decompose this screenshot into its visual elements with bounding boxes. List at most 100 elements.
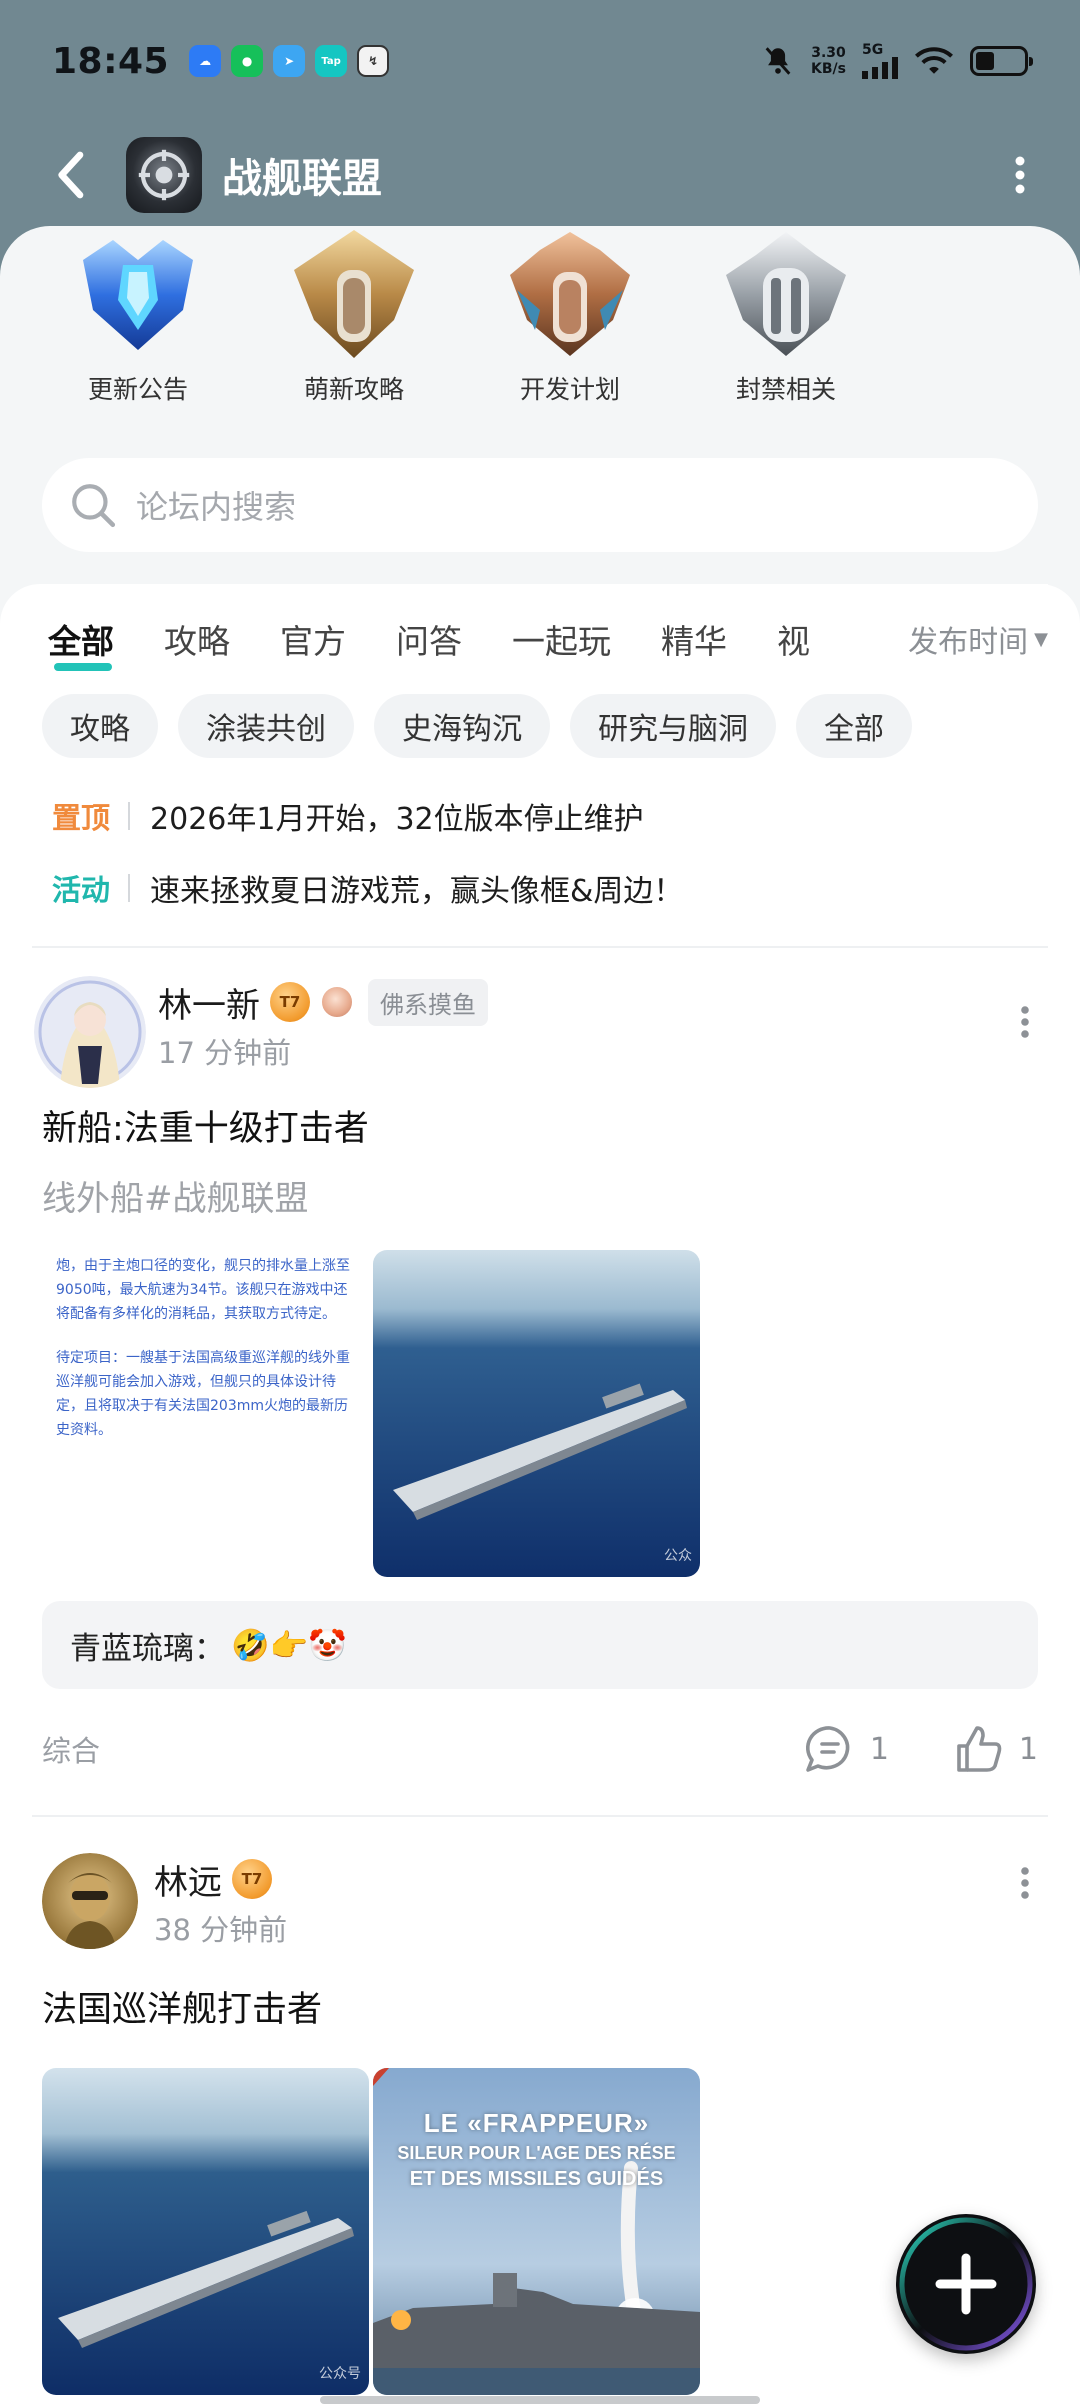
post-image-ship[interactable]: 公众号	[42, 2068, 369, 2395]
post-images: 炮，由于主炮口径的变化，舰只的排水量上涨至9050吨，最大航速为34节。该舰只在…	[42, 1250, 1038, 1577]
caret-down-icon: ▼	[1034, 628, 1048, 650]
post-more-button[interactable]	[1010, 992, 1040, 1052]
like-button[interactable]: 1	[953, 1724, 1038, 1774]
mute-bell-icon	[765, 47, 791, 75]
tab-video[interactable]: 视	[777, 615, 810, 663]
search-icon	[72, 484, 116, 528]
image-watermark: 公众号	[319, 2366, 361, 2382]
silver-badge-icon	[726, 232, 846, 356]
net-speed-unit: KB/s	[811, 61, 846, 77]
author-name[interactable]: 林远	[154, 1855, 222, 1904]
shortcut-label: 开发计划	[519, 375, 620, 404]
shortcut-label: 更新公告	[87, 375, 188, 404]
author-line: 林远 T7	[154, 1853, 287, 1905]
author-meta: 林远 T7 38 分钟前	[154, 1853, 287, 1949]
tab-featured[interactable]: 精华	[661, 615, 727, 663]
thumbs-up-icon	[957, 1726, 1002, 1772]
forum-title: 战舰联盟	[222, 156, 382, 202]
sync-app-icon: ↯	[357, 45, 390, 77]
plus-icon	[899, 2217, 1033, 2351]
level-badge: T7	[270, 982, 310, 1022]
net-speed: 3.30 KB/s	[811, 45, 846, 77]
tab-label: 官方	[280, 622, 346, 661]
chip-research[interactable]: 研究与脑洞	[570, 694, 776, 758]
post-category: 综合	[42, 1734, 101, 1768]
image-text-para: 待定项目：一艘基于法国高级重巡洋舰的线外重巡洋舰可能会加入游戏，但舰只的具体设计…	[56, 1350, 350, 1438]
post-time: 17 分钟前	[158, 1036, 292, 1070]
more-options-button[interactable]	[1000, 135, 1040, 215]
level-value: 7	[289, 993, 301, 1011]
image-text-para: 炮，由于主炮口径的变化，舰只的排水量上涨至9050吨，最大航速为34节。该舰只在…	[56, 1258, 350, 1322]
tab-official[interactable]: 官方	[280, 615, 346, 663]
image-caption-line: LE «FRAPPEUR»	[423, 2108, 650, 2138]
top-comment[interactable]: 青蓝琉璃： 🤣👉🤡	[42, 1601, 1038, 1689]
more-vertical-icon	[1021, 1006, 1029, 1038]
telegram-icon: ➤	[273, 45, 306, 77]
wechat-icon: ●	[231, 45, 264, 77]
tab-label: 全部	[48, 622, 114, 661]
chip-label: 研究与脑洞	[598, 712, 748, 747]
forum-sheet: 更新公告 萌新攻略 开发计划 封禁相关 论坛内搜索 全部 攻略 官方 问答 一起…	[0, 226, 1080, 2408]
image-caption-line: SILEUR POUR L'AGE DES RÉSE	[397, 2143, 676, 2163]
status-bar: 18:45 ☁ ● ➤ Tap ↯ 3.30 KB/s 5G	[0, 0, 1080, 122]
shortcut-update-notice[interactable]: 更新公告	[30, 226, 246, 422]
event-post[interactable]: 活动 速来拯救夏日游戏荒，赢头像框&周边！	[0, 852, 1080, 924]
back-button[interactable]	[30, 135, 110, 215]
chip-label: 史海钩沉	[402, 712, 522, 747]
post-image-ship[interactable]: 公众	[373, 1250, 700, 1577]
post-image-missile[interactable]: LE «FRAPPEUR» SILEUR POUR L'AGE DES RÉSE…	[373, 2068, 700, 2395]
network-type: 5G	[862, 42, 884, 58]
like-count: 1	[1018, 1731, 1038, 1767]
post-title[interactable]: 法国巡洋舰打击者	[42, 1981, 1038, 2032]
shortcut-newbie-guide[interactable]: 萌新攻略	[246, 226, 462, 422]
comment-count: 1	[869, 1731, 889, 1767]
chip-skin-cocreate[interactable]: 涂装共创	[178, 694, 354, 758]
comment-count-button[interactable]: 1	[804, 1724, 889, 1774]
portrait-avatar-image	[42, 1853, 138, 1949]
tab-label: 视	[777, 622, 810, 661]
chevron-left-icon	[58, 151, 84, 199]
pinned-post[interactable]: 置顶 2026年1月开始，32位版本停止维护	[0, 780, 1080, 852]
status-time: 18:45	[52, 40, 170, 82]
author-avatar[interactable]	[34, 976, 146, 1088]
shortcut-ban-info[interactable]: 封禁相关	[678, 226, 894, 422]
image-caption-line: ET DES MISSILES GUIDÉS	[409, 2168, 664, 2190]
tab-qa[interactable]: 问答	[396, 615, 462, 663]
net-speed-value: 3.30	[811, 45, 846, 61]
fan-badge-avatar	[320, 985, 354, 1019]
post-image-text[interactable]: 炮，由于主炮口径的变化，舰只的排水量上涨至9050吨，最大航速为34节。该舰只在…	[42, 1250, 369, 1577]
post-title[interactable]: 新船:法重十级打击者	[42, 1100, 1038, 1151]
chip-guides[interactable]: 攻略	[42, 694, 158, 758]
forum-search-input[interactable]: 论坛内搜索	[42, 458, 1038, 552]
shortcut-row: 更新公告 萌新攻略 开发计划 封禁相关	[0, 226, 1080, 422]
more-vertical-icon	[1015, 156, 1025, 194]
active-tab-indicator	[54, 663, 112, 671]
tab-play-together[interactable]: 一起玩	[512, 615, 611, 663]
level-badge: T7	[232, 1859, 272, 1899]
post-topic[interactable]: 线外船#战舰联盟	[42, 1171, 1038, 1220]
author-avatar[interactable]	[42, 1853, 138, 1949]
home-indicator[interactable]	[320, 2396, 760, 2404]
create-post-button[interactable]	[896, 2214, 1036, 2354]
taptap-icon: Tap	[315, 45, 348, 77]
tab-guides[interactable]: 攻略	[164, 615, 230, 663]
comment-author: 青蓝琉璃：	[70, 1630, 225, 1667]
signal-group: 5G	[862, 43, 898, 79]
tab-all[interactable]: 全部	[48, 615, 114, 671]
user-title-tag: 佛系摸鱼	[368, 978, 488, 1026]
post-images: 公众号 LE «FRAPPEUR» SILEUR POUR L'AGE DES …	[42, 2068, 1038, 2395]
anime-avatar-image	[34, 976, 146, 1088]
author-line: 林一新 T7 佛系摸鱼	[158, 976, 488, 1028]
tab-label: 精华	[661, 622, 727, 661]
tab-label: 问答	[396, 622, 462, 661]
chip-all[interactable]: 全部	[796, 694, 912, 758]
post-card[interactable]: 林一新 T7 佛系摸鱼 17 分钟前 新船:法重十级打击者 线外船#战舰联盟 炮…	[0, 948, 1080, 1809]
post-more-button[interactable]	[1010, 1853, 1040, 1913]
author-name[interactable]: 林一新	[158, 978, 260, 1027]
chip-history[interactable]: 史海钩沉	[374, 694, 550, 758]
shortcut-dev-plan[interactable]: 开发计划	[462, 226, 678, 422]
chip-label: 攻略	[70, 712, 130, 747]
comment-icon	[805, 1726, 850, 1772]
sort-dropdown[interactable]: 发布时间 ▼	[858, 584, 1048, 694]
blue-crystal-badge-icon	[83, 240, 193, 350]
